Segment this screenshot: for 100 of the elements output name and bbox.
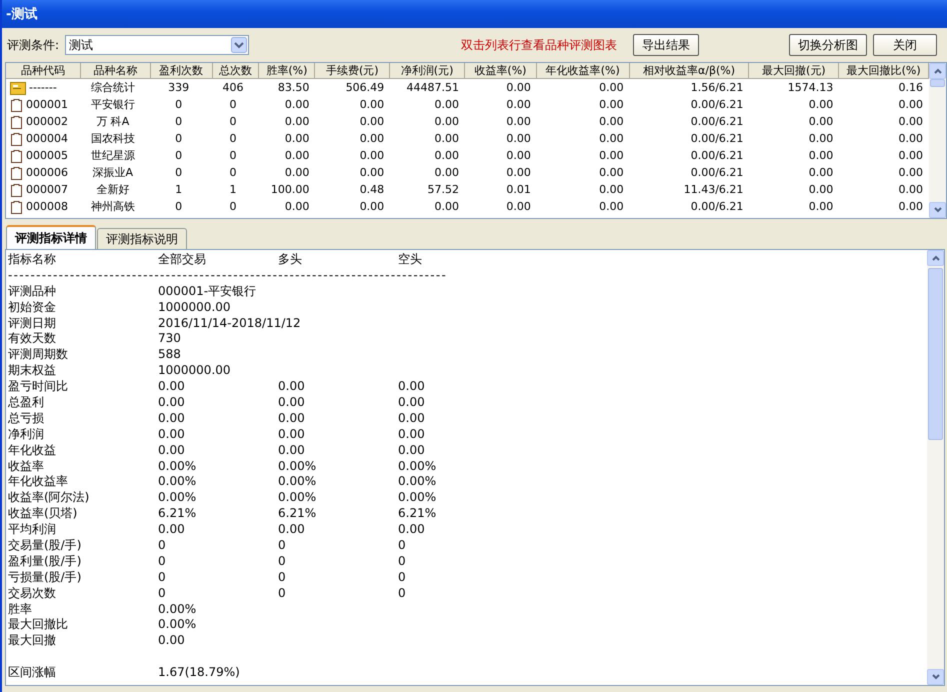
table-cell-text: 0.00/6.21	[690, 200, 744, 213]
detail-text: 0.00%	[278, 458, 316, 474]
column-header[interactable]: 盈利次数	[150, 63, 213, 78]
table-cell-text: 0.00	[598, 183, 625, 196]
detail-text: 0.00%	[398, 490, 436, 506]
switch-chart-button[interactable]: 切换分析图	[789, 34, 867, 56]
detail-text: 0.00%	[158, 602, 196, 618]
detail-text: 0	[398, 554, 406, 570]
table-cell-text: 世纪星源	[90, 148, 136, 163]
column-header[interactable]: 收益率(%)	[465, 63, 537, 78]
table-cell-text: 0.00	[598, 149, 625, 162]
table-cell-text: 0	[174, 166, 184, 179]
table-cell-text: 506.49	[344, 81, 386, 94]
column-header[interactable]: 品种名称	[80, 63, 151, 78]
condition-dropdown[interactable]: 测试	[65, 35, 250, 55]
close-button[interactable]: 关闭	[873, 34, 937, 56]
table-cell-text: 0.00	[434, 98, 460, 111]
condition-label: 评测条件:	[7, 36, 60, 54]
detail-text: 区间涨幅	[8, 665, 56, 682]
column-header[interactable]: 相对收益率α/β(%)	[630, 63, 750, 78]
detail-text: 0	[158, 538, 166, 554]
detail-text: 年化收益率	[8, 474, 68, 490]
detail-text: 最大回撤比	[8, 617, 68, 634]
document-icon	[10, 200, 23, 214]
table-cell: 000004	[26, 132, 68, 145]
table-cell-text: 0.00	[898, 200, 924, 213]
table-cell-text: 0.00	[808, 183, 834, 196]
detail-text: 总盈利	[8, 395, 44, 411]
table-cell-text: 0.00	[505, 132, 532, 145]
detail-text: 0.00%	[158, 458, 196, 474]
table-cell-text: 0.00	[434, 132, 460, 145]
detail-text: 0.00	[278, 410, 305, 427]
table-cell: 000002	[26, 115, 68, 128]
table-cell-text: 0.00	[284, 115, 310, 128]
column-header[interactable]: 总次数	[212, 63, 260, 78]
detail-text: 1.67(18.79%)	[158, 665, 240, 682]
detail-text: 0.00	[278, 379, 305, 396]
column-header[interactable]: 最大回撤(元)	[749, 63, 840, 78]
scroll-down-icon[interactable]	[930, 672, 940, 682]
column-header[interactable]: 净利润(元)	[390, 63, 466, 78]
table-cell-text: 1.56/6.21	[690, 81, 744, 94]
detail-text: 评测日期	[8, 316, 56, 332]
table-cell-text: 0.00	[505, 149, 532, 162]
detail-text: 0.00	[158, 410, 185, 427]
scrollbar[interactable]	[929, 63, 946, 218]
table-cell-text: 0	[228, 166, 238, 179]
scroll-down-icon[interactable]	[932, 205, 942, 215]
table-cell-text: 0.00	[898, 166, 924, 179]
detail-text: 0.00%	[278, 490, 316, 506]
detail-text: 平均利润	[8, 522, 56, 538]
detail-text: 收益率(阿尔法)	[8, 490, 90, 506]
table-cell-text: 0.00	[284, 98, 310, 111]
detail-text: 空头	[398, 252, 422, 268]
table-cell-text: 0.00	[808, 200, 834, 213]
table-cell: 000008	[26, 200, 68, 213]
detail-text: 胜率	[8, 602, 32, 618]
table-cell-text: 深振业A	[92, 165, 134, 180]
tab[interactable]: 评测指标说明	[97, 228, 187, 249]
table-cell-text: 0.00	[808, 98, 834, 111]
detail-text: 有效天数	[8, 331, 56, 348]
table-cell-text: 11.43/6.21	[682, 183, 744, 196]
table-cell-text: 0.00/6.21	[690, 98, 744, 111]
table-cell-text: 0	[174, 200, 184, 213]
scroll-thumb[interactable]	[928, 268, 943, 440]
table-cell-text: 0.16	[898, 81, 924, 94]
detail-text: 0.00	[398, 442, 425, 459]
column-header[interactable]: 年化收益率(%)	[536, 63, 630, 78]
detail-text: 0.00	[158, 522, 185, 538]
column-header[interactable]: 胜率(%)	[259, 63, 316, 78]
scroll-up-icon[interactable]	[930, 253, 940, 263]
detail-text: 0.00%	[398, 474, 436, 490]
detail-text: 0.00%	[158, 474, 196, 490]
table-cell-text: 0.00/6.21	[690, 149, 744, 162]
table-cell-text: 100.00	[270, 183, 310, 196]
table-cell-text: 0.00	[898, 149, 924, 162]
detail-text: 0.00	[158, 442, 185, 459]
table-cell-text: 83.50	[276, 81, 310, 94]
table-cell-text: 0.00/6.21	[690, 166, 744, 179]
table-cell-text: 0.00	[505, 98, 532, 111]
table-cell-text: 0.00	[898, 98, 924, 111]
column-header[interactable]: 品种代码	[6, 63, 81, 78]
detail-text: 000001-平安银行	[158, 284, 256, 300]
document-icon	[10, 132, 23, 146]
detail-text: 亏损量(股/手)	[8, 570, 82, 586]
detail-text: 0	[398, 586, 406, 602]
scrollbar[interactable]	[927, 250, 944, 685]
table-cell-text: 0.00	[598, 115, 625, 128]
table-cell-text: 0.00	[898, 115, 924, 128]
detail-text: 评测周期数	[8, 347, 68, 364]
scroll-up-icon[interactable]	[932, 66, 942, 76]
table-cell-text: 国农科技	[90, 131, 136, 146]
tab[interactable]: 评测指标详情	[6, 225, 96, 249]
table-cell-text: 0.00	[898, 132, 924, 145]
document-icon	[10, 148, 23, 162]
column-header[interactable]: 手续费(元)	[315, 63, 390, 78]
scroll-thumb[interactable]	[930, 79, 945, 87]
table-cell-text: 0.00	[434, 115, 460, 128]
table-cell-text: 0.00	[598, 166, 625, 179]
table-cell-text: 0.00	[358, 132, 386, 145]
export-button[interactable]: 导出结果	[633, 34, 700, 56]
